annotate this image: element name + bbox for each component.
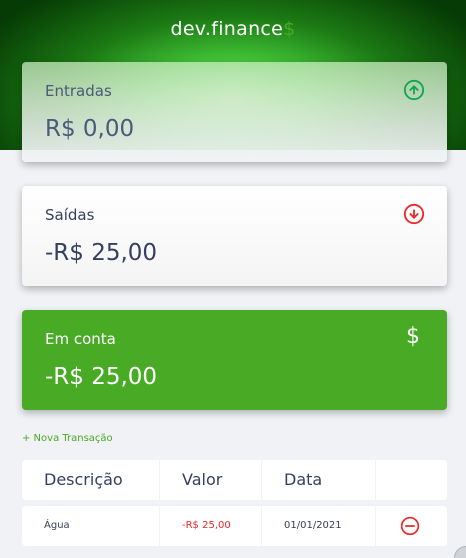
expense-value: -R$ 25,00 — [45, 240, 158, 266]
table-row: Água -R$ 25,00 01/01/2021 — [22, 506, 447, 546]
minus-circle-icon[interactable] — [400, 516, 420, 536]
header-description: Descrição — [44, 470, 123, 489]
expense-label: Saídas — [45, 206, 95, 224]
logo: dev.finance$ — [170, 18, 296, 40]
dollar-icon: $ — [406, 324, 420, 349]
row-description: Água — [44, 520, 70, 531]
table-header: Descrição Valor Data — [22, 460, 447, 500]
row-actions — [375, 506, 447, 546]
transactions-table: Descrição Valor Data Água -R$ 25,00 01/0… — [22, 460, 447, 546]
new-transaction-link[interactable]: + Nova Transação — [22, 433, 113, 444]
header-actions — [375, 460, 447, 500]
logo-dollar-sign: $ — [283, 18, 296, 40]
income-value: R$ 0,00 — [45, 116, 135, 142]
scroll-indicator[interactable] — [454, 546, 466, 558]
total-card: Em conta $ -R$ 25,00 — [22, 310, 447, 410]
arrow-down-circle-icon — [403, 203, 425, 225]
total-value: -R$ 25,00 — [45, 364, 158, 390]
arrow-up-circle-icon — [403, 79, 425, 101]
header-amount: Valor — [159, 460, 261, 500]
income-label: Entradas — [45, 82, 112, 100]
income-card: Entradas R$ 0,00 — [22, 62, 447, 162]
header-date: Data — [261, 460, 375, 500]
expense-card: Saídas -R$ 25,00 — [22, 186, 447, 286]
total-label: Em conta — [45, 330, 116, 348]
row-date: 01/01/2021 — [261, 506, 375, 546]
row-amount: -R$ 25,00 — [159, 506, 261, 546]
